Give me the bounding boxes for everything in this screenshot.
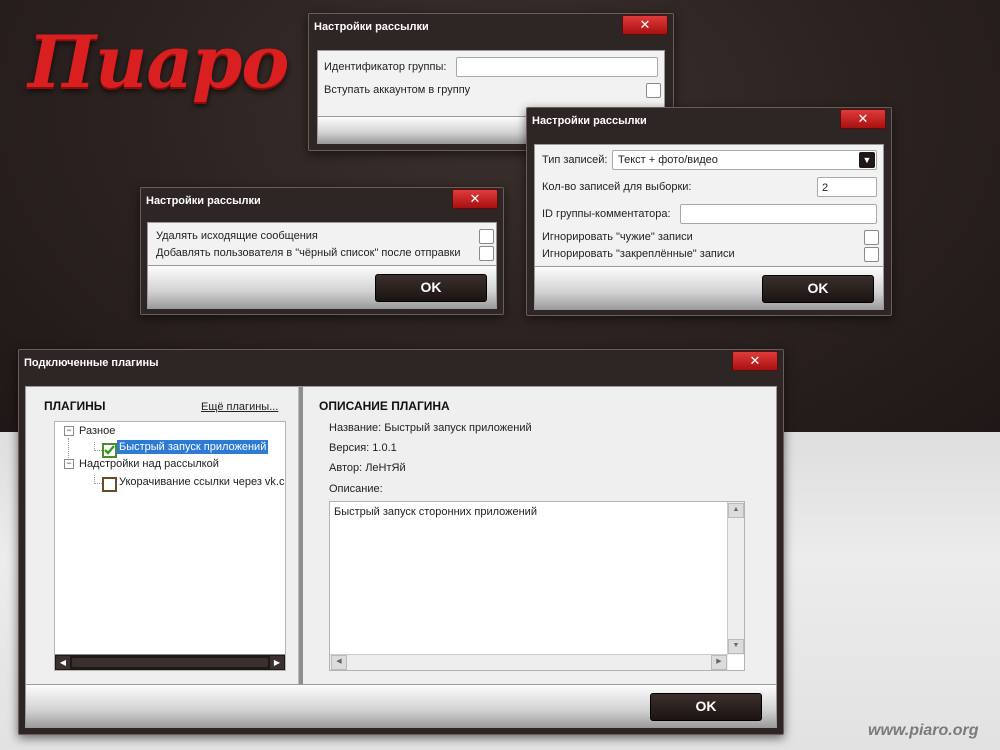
ignore-pinned-label: Игнорировать "закреплённые" записи <box>542 248 735 260</box>
dialog-title: Настройки рассылки <box>146 195 261 207</box>
settings-panel: Тип записей: Текст + фото/видео ▼ Кол-во… <box>534 144 884 268</box>
tree-item-quick-launch[interactable]: Быстрый запуск приложений <box>117 440 269 454</box>
chevron-down-icon[interactable]: ▼ <box>859 152 875 168</box>
post-settings-dialog: Настройки рассылки ✕ Тип записей: Текст … <box>526 107 892 316</box>
scroll-down-icon[interactable]: ▼ <box>728 639 744 654</box>
checkmark-icon <box>104 445 115 455</box>
close-button[interactable]: ✕ <box>732 351 778 371</box>
dialog-footer: OK <box>25 684 777 728</box>
dialog-title: Настройки рассылки <box>314 21 429 33</box>
dialog-title: Настройки рассылки <box>532 115 647 127</box>
post-type-select[interactable]: Текст + фото/видео ▼ <box>612 150 877 170</box>
titlebar[interactable]: Настройки рассылки ✕ <box>527 108 891 136</box>
join-group-label: Вступать аккаунтом в группу <box>324 84 471 96</box>
ok-button[interactable]: OK <box>375 274 487 302</box>
ok-button[interactable]: OK <box>650 693 762 721</box>
scroll-right-icon[interactable]: ▶ <box>711 655 727 670</box>
more-plugins-link[interactable]: Ещё плагины... <box>201 401 278 413</box>
close-icon: ✕ <box>857 111 869 126</box>
piaro-logo: Пиаро <box>28 19 289 104</box>
commenter-id-label: ID группы-комментатора: <box>542 208 671 220</box>
plugin-name: Название: Быстрый запуск приложений <box>329 422 532 434</box>
blacklist-label: Добавлять пользователя в "чёрный список"… <box>156 247 461 259</box>
plugin-version: Версия: 1.0.1 <box>329 442 397 454</box>
expander-icon[interactable]: − <box>64 459 74 469</box>
scroll-right-icon[interactable]: ▶ <box>270 656 284 669</box>
tree-group-mailing-addons[interactable]: Надстройки над рассылкой <box>79 458 219 470</box>
plugin-description-label: Описание: <box>329 483 383 495</box>
commenter-id-input[interactable] <box>680 204 877 224</box>
site-url: www.piaro.org <box>868 722 979 739</box>
settings-panel: Удалять исходящие сообщения Добавлять по… <box>147 222 497 266</box>
delete-outgoing-checkbox[interactable] <box>479 229 494 244</box>
plugin-description-textarea[interactable]: Быстрый запуск сторонних приложений ▲ ▼ … <box>329 501 745 671</box>
ignore-foreign-checkbox[interactable] <box>864 230 879 245</box>
expander-icon[interactable]: − <box>64 426 74 436</box>
description-heading: ОПИСАНИЕ ПЛАГИНА <box>319 399 450 413</box>
tree-group-misc[interactable]: Разное <box>79 425 115 437</box>
post-type-value: Текст + фото/видео <box>618 154 718 166</box>
ignore-pinned-checkbox[interactable] <box>864 247 879 262</box>
close-button[interactable]: ✕ <box>622 15 668 35</box>
plugins-heading: ПЛАГИНЫ <box>44 399 106 413</box>
plugin-tree: − Разное Быстрый запуск приложений − Над… <box>54 421 286 671</box>
close-icon: ✕ <box>639 17 651 32</box>
plugin-description-text: Быстрый запуск сторонних приложений <box>334 506 537 518</box>
plugin-enabled-checkbox[interactable] <box>102 443 117 458</box>
scroll-left-icon[interactable]: ◀ <box>56 656 70 669</box>
titlebar[interactable]: Настройки рассылки ✕ <box>309 14 673 42</box>
plugin-disabled-checkbox[interactable] <box>102 477 117 492</box>
plugin-author: Автор: ЛеНтЯй <box>329 462 406 474</box>
textarea-horizontal-scrollbar[interactable]: ◀ ▶ <box>330 654 728 670</box>
titlebar[interactable]: Подключенные плагины ✕ <box>19 350 783 378</box>
dialog-footer: OK <box>147 265 497 309</box>
scroll-up-icon[interactable]: ▲ <box>728 503 744 518</box>
panel-divider <box>298 387 303 685</box>
plugins-panel: ПЛАГИНЫ Ещё плагины... − Разное Быстрый … <box>25 386 777 686</box>
close-button[interactable]: ✕ <box>452 189 498 209</box>
textarea-vertical-scrollbar[interactable]: ▲ ▼ <box>727 502 744 655</box>
message-settings-dialog: Настройки рассылки ✕ Удалять исходящие с… <box>140 187 504 315</box>
scroll-left-icon[interactable]: ◀ <box>331 655 347 670</box>
scroll-thumb[interactable] <box>72 658 268 667</box>
close-icon: ✕ <box>469 191 481 206</box>
close-icon: ✕ <box>749 353 761 368</box>
post-type-label: Тип записей: <box>542 154 608 166</box>
blacklist-checkbox[interactable] <box>479 246 494 261</box>
titlebar[interactable]: Настройки рассылки ✕ <box>141 188 503 216</box>
plugins-dialog: Подключенные плагины ✕ ПЛАГИНЫ Ещё плаги… <box>18 349 784 735</box>
group-id-label: Идентификатор группы: <box>324 61 447 73</box>
dialog-title: Подключенные плагины <box>24 357 159 369</box>
post-count-input[interactable]: 2 <box>817 177 877 197</box>
post-count-label: Кол-во записей для выборки: <box>542 181 692 193</box>
close-button[interactable]: ✕ <box>840 109 886 129</box>
ok-button[interactable]: OK <box>762 275 874 303</box>
join-group-checkbox[interactable] <box>646 83 661 98</box>
ignore-foreign-label: Игнорировать "чужие" записи <box>542 231 693 243</box>
tree-item-link-shortener[interactable]: Укорачивание ссылки через vk.c <box>119 476 284 488</box>
group-id-input[interactable] <box>456 57 658 77</box>
dialog-footer: OK <box>534 266 884 310</box>
delete-outgoing-label: Удалять исходящие сообщения <box>156 230 318 242</box>
tree-horizontal-scrollbar[interactable]: ◀ ▶ <box>55 654 285 670</box>
